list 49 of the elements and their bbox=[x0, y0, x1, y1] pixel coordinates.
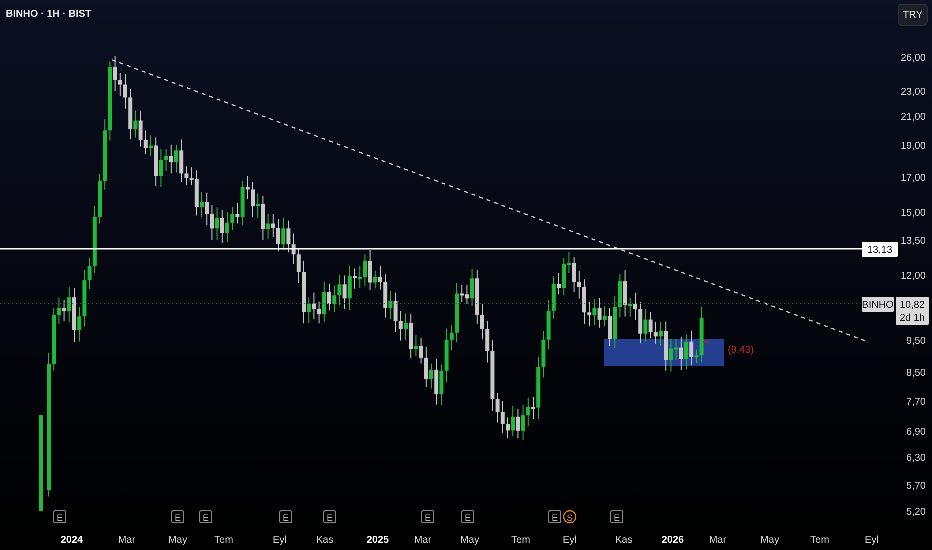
price-label: 8,50 bbox=[906, 368, 926, 379]
price-label: 7,70 bbox=[906, 397, 926, 408]
earnings-marker[interactable]: E bbox=[54, 510, 66, 524]
time-label: Kas bbox=[615, 535, 633, 546]
time-label: May bbox=[760, 535, 780, 546]
annotation-label: (9.43) bbox=[728, 345, 754, 356]
price-label: 5,20 bbox=[906, 507, 926, 518]
price-label: 6,90 bbox=[906, 427, 926, 438]
time-label: 2026 bbox=[662, 535, 684, 546]
price-label: 26,00 bbox=[900, 53, 926, 64]
time-label: Mar bbox=[118, 535, 136, 546]
current-price-label: 10,82 2d 1h bbox=[896, 297, 929, 325]
time-label: Eyl bbox=[563, 535, 577, 546]
time-label: May bbox=[460, 535, 480, 546]
earnings-marker[interactable]: E bbox=[548, 510, 562, 524]
earnings-marker[interactable]: E bbox=[462, 510, 474, 524]
earnings-marker[interactable]: E bbox=[172, 510, 184, 524]
price-label: 15,00 bbox=[900, 208, 926, 219]
currency-button[interactable]: TRY bbox=[898, 4, 928, 26]
earnings-marker[interactable]: E bbox=[422, 510, 434, 524]
dividend-marker[interactable]: S bbox=[563, 510, 577, 524]
price-label: 17,00 bbox=[900, 173, 926, 184]
time-label: Mar bbox=[414, 535, 432, 546]
earnings-marker[interactable]: E bbox=[610, 510, 624, 524]
price-label: 5,70 bbox=[906, 481, 926, 492]
time-label: Mar bbox=[709, 535, 727, 546]
time-label: Eyl bbox=[273, 535, 287, 546]
earnings-marker[interactable]: E bbox=[200, 510, 212, 524]
time-label: Tem bbox=[810, 535, 830, 546]
price-label: 12,00 bbox=[900, 271, 926, 282]
price-label: 13,50 bbox=[900, 236, 926, 247]
price-label: 19,00 bbox=[900, 141, 926, 152]
chart-title: BINHO · 1H · BIST bbox=[6, 9, 92, 20]
price-label: 6,30 bbox=[906, 453, 926, 464]
symbol-label: BINHO bbox=[862, 297, 894, 312]
time-label: Eyl bbox=[865, 535, 879, 546]
time-label: Tem bbox=[214, 535, 234, 546]
level-price-label: 13,13 bbox=[862, 242, 898, 257]
time-label: 2024 bbox=[60, 535, 84, 546]
time-label: Kas bbox=[316, 535, 334, 546]
time-label: Tem bbox=[512, 535, 530, 546]
time-label: 2025 bbox=[366, 535, 390, 546]
time-label: May bbox=[168, 535, 188, 546]
price-label: 23,00 bbox=[900, 87, 926, 98]
price-label: 21,00 bbox=[900, 112, 926, 123]
earnings-marker[interactable]: E bbox=[324, 510, 336, 524]
earnings-marker[interactable]: E bbox=[280, 510, 292, 524]
price-label: 9,50 bbox=[906, 336, 926, 347]
marker-dash bbox=[703, 341, 709, 343]
